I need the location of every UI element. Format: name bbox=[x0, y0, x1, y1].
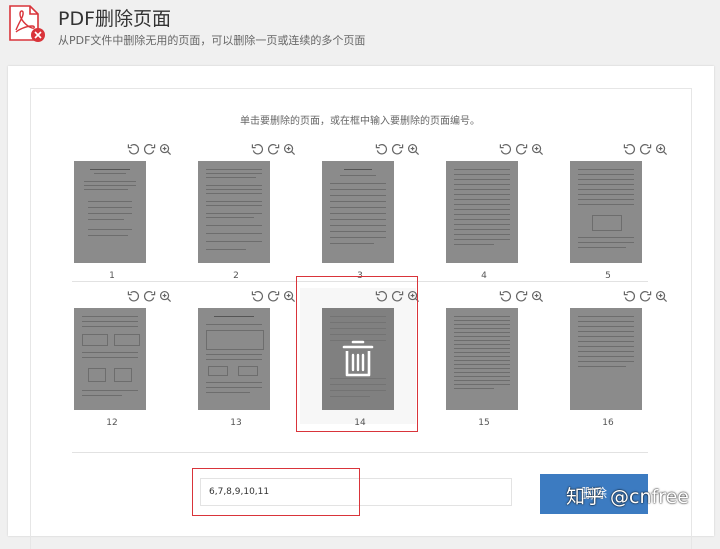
page-number: 13 bbox=[230, 418, 242, 428]
page-tools bbox=[375, 143, 420, 156]
rotate-right-icon[interactable] bbox=[391, 143, 404, 156]
page-thumbnail[interactable] bbox=[198, 308, 270, 410]
page-tools bbox=[251, 290, 296, 303]
page-number: 4 bbox=[481, 271, 487, 281]
rotate-right-icon[interactable] bbox=[515, 143, 528, 156]
zoom-in-icon[interactable] bbox=[159, 143, 172, 156]
zoom-in-icon[interactable] bbox=[655, 143, 668, 156]
zoom-in-icon[interactable] bbox=[531, 143, 544, 156]
zoom-in-icon[interactable] bbox=[531, 290, 544, 303]
page-tools bbox=[499, 143, 544, 156]
page-title: PDF删除页面 bbox=[58, 8, 172, 30]
page-number: 2 bbox=[233, 271, 239, 281]
page-number: 1 bbox=[109, 271, 115, 281]
rotate-left-icon[interactable] bbox=[499, 290, 512, 303]
rotate-left-icon[interactable] bbox=[623, 290, 636, 303]
instruction-text: 单击要删除的页面，或在框中输入要删除的页面编号。 bbox=[240, 116, 480, 127]
rotate-right-icon[interactable] bbox=[639, 290, 652, 303]
page-thumbnail[interactable] bbox=[570, 161, 642, 263]
page-thumbnail[interactable] bbox=[198, 161, 270, 263]
rotate-left-icon[interactable] bbox=[375, 143, 388, 156]
page-thumbnail[interactable] bbox=[570, 308, 642, 410]
rotate-right-icon[interactable] bbox=[143, 143, 156, 156]
page-thumbnail[interactable] bbox=[446, 308, 518, 410]
rotate-left-icon[interactable] bbox=[127, 290, 140, 303]
zoom-in-icon[interactable] bbox=[283, 143, 296, 156]
rotate-right-icon[interactable] bbox=[515, 290, 528, 303]
rotate-left-icon[interactable] bbox=[375, 290, 388, 303]
page-number: 16 bbox=[602, 418, 614, 428]
pdf-delete-logo-icon bbox=[9, 5, 45, 42]
page-number: 12 bbox=[106, 418, 118, 428]
page-tools bbox=[127, 143, 172, 156]
page-tools bbox=[499, 290, 544, 303]
page-tools bbox=[127, 290, 172, 303]
page-number: 5 bbox=[605, 271, 611, 281]
page-thumbnail[interactable] bbox=[446, 161, 518, 263]
page-tools bbox=[623, 290, 668, 303]
zoom-in-icon[interactable] bbox=[655, 290, 668, 303]
zoom-in-icon[interactable] bbox=[407, 143, 420, 156]
zoom-in-icon[interactable] bbox=[159, 290, 172, 303]
rotate-left-icon[interactable] bbox=[499, 143, 512, 156]
rotate-right-icon[interactable] bbox=[267, 143, 280, 156]
zoom-in-icon[interactable] bbox=[283, 290, 296, 303]
rotate-left-icon[interactable] bbox=[251, 290, 264, 303]
page-subtitle: 从PDF文件中删除无用的页面，可以删除一页或连续的多个页面 bbox=[58, 34, 366, 47]
rotate-right-icon[interactable] bbox=[391, 290, 404, 303]
page-tools bbox=[375, 290, 420, 303]
rotate-left-icon[interactable] bbox=[251, 143, 264, 156]
delete-page-overlay[interactable] bbox=[322, 308, 394, 410]
page-tools bbox=[251, 143, 296, 156]
rotate-left-icon[interactable] bbox=[623, 143, 636, 156]
rotate-right-icon[interactable] bbox=[639, 143, 652, 156]
rotate-left-icon[interactable] bbox=[127, 143, 140, 156]
page-thumbnail[interactable] bbox=[74, 308, 146, 410]
page-number: 15 bbox=[478, 418, 490, 428]
page-thumbnail[interactable] bbox=[322, 161, 394, 263]
rotate-right-icon[interactable] bbox=[267, 290, 280, 303]
page-tools bbox=[623, 143, 668, 156]
app-header: PDF删除页面 从PDF文件中删除无用的页面，可以删除一页或连续的多个页面 bbox=[0, 0, 720, 60]
row-divider bbox=[72, 281, 648, 282]
form-divider bbox=[72, 452, 648, 453]
page-number: 3 bbox=[357, 271, 363, 281]
page-number: 14 bbox=[354, 418, 366, 428]
page-thumbnail[interactable] bbox=[74, 161, 146, 263]
zoom-in-icon[interactable] bbox=[407, 290, 420, 303]
page-numbers-input[interactable] bbox=[200, 478, 512, 506]
watermark: 知乎 @cnfree bbox=[566, 486, 689, 508]
trash-icon[interactable] bbox=[341, 339, 375, 379]
rotate-right-icon[interactable] bbox=[143, 290, 156, 303]
